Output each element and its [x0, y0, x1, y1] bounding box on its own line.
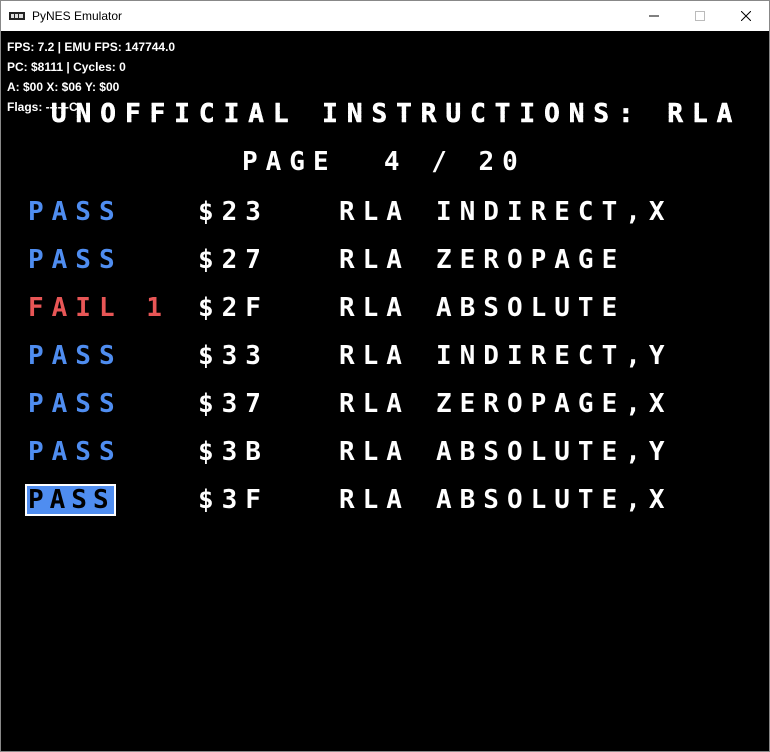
row-status: PASS — [28, 389, 123, 419]
row-status: FAIL 1 — [28, 293, 170, 323]
row-instruction: RLA — [339, 485, 410, 515]
row-instruction: RLA — [339, 245, 410, 275]
window-controls — [631, 1, 769, 31]
flags-readout: Flags: ----I-C — [7, 100, 78, 114]
row-mode: ABSOLUTE,Y — [436, 437, 673, 467]
row-status: PASS — [28, 245, 123, 275]
row-status: PASS — [28, 341, 123, 371]
minimize-icon[interactable] — [631, 1, 677, 31]
close-icon[interactable] — [723, 1, 769, 31]
pc-readout: PC: $8111 | Cycles: 0 — [7, 60, 126, 74]
row-instruction: RLA — [339, 389, 410, 419]
fps-readout: FPS: 7.2 | EMU FPS: 147744.0 — [7, 40, 176, 54]
row-instruction: RLA — [339, 437, 410, 467]
row-status: PASS — [28, 197, 123, 227]
row-instruction: RLA — [339, 197, 410, 227]
row-instruction: RLA — [339, 293, 410, 323]
row-status-selected[interactable]: PASS — [25, 484, 116, 516]
row-mode: ZEROPAGE — [436, 245, 626, 275]
row-opcode: $2F — [198, 293, 269, 323]
maximize-icon[interactable] — [677, 1, 723, 31]
row-mode: ZEROPAGE,X — [436, 389, 673, 419]
row-status: PASS — [28, 437, 123, 467]
emulator-screen[interactable]: FPS: 7.2 | EMU FPS: 147744.0 PC: $8111 |… — [1, 31, 769, 751]
title-bar[interactable]: PyNES Emulator — [1, 1, 769, 31]
window-title: PyNES Emulator — [32, 9, 123, 23]
row-mode: INDIRECT,Y — [436, 341, 673, 371]
row-opcode: $23 — [198, 197, 269, 227]
row-opcode: $37 — [198, 389, 269, 419]
row-opcode: $33 — [198, 341, 269, 371]
row-mode: ABSOLUTE — [436, 293, 626, 323]
emulator-window: PyNES Emulator FPS: 7.2 | EMU FPS: 14774… — [0, 0, 770, 752]
row-opcode: $27 — [198, 245, 269, 275]
pynes-app-icon — [9, 8, 25, 24]
row-instruction: RLA — [339, 341, 410, 371]
row-opcode: $3B — [198, 437, 269, 467]
debug-overlay: FPS: 7.2 | EMU FPS: 147744.0 PC: $8111 |… — [7, 37, 175, 117]
row-opcode: $3F — [198, 485, 269, 515]
row-mode: INDIRECT,X — [436, 197, 673, 227]
page-indicator: PAGE 4 / 20 — [242, 147, 526, 177]
register-readout: A: $00 X: $06 Y: $00 — [7, 80, 120, 94]
row-mode: ABSOLUTE,X — [436, 485, 673, 515]
